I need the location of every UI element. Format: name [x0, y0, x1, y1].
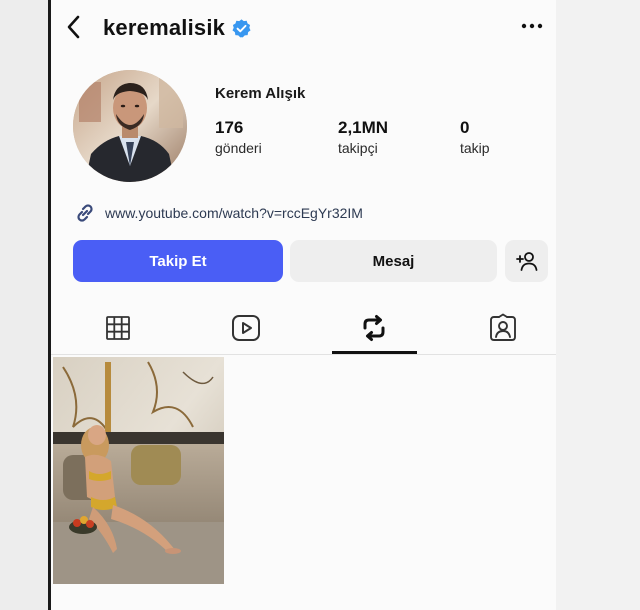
profile-link[interactable]: www.youtube.com/watch?v=rccEgYr32IM — [73, 200, 363, 226]
tab-reposts[interactable] — [318, 305, 430, 351]
display-name: Kerem Alışık — [215, 85, 306, 102]
tab-posts-grid[interactable] — [62, 305, 174, 351]
stat-following[interactable]: 0 takip — [460, 117, 490, 157]
profile-header: keremalisik — [51, 0, 556, 54]
post-thumbnail[interactable] — [53, 357, 224, 584]
tab-divider — [51, 354, 556, 355]
posts-label: gönderi — [215, 140, 262, 156]
reposts-icon — [363, 315, 385, 341]
stat-followers[interactable]: 2,1MN takipçi — [338, 117, 388, 157]
reels-icon — [232, 315, 260, 341]
grid-icon — [106, 316, 130, 340]
tab-tagged[interactable] — [447, 305, 559, 351]
more-options-button[interactable] — [519, 14, 545, 38]
stat-posts[interactable]: 176 gönderi — [215, 117, 262, 157]
following-count: 0 — [460, 118, 470, 137]
following-label: takip — [460, 140, 490, 156]
verified-badge-icon — [231, 18, 252, 39]
profile-avatar[interactable] — [73, 70, 187, 182]
more-horizontal-icon — [521, 23, 543, 29]
add-user-icon — [515, 252, 537, 271]
posts-count: 176 — [215, 118, 244, 137]
suggest-user-button[interactable] — [505, 240, 548, 282]
link-icon — [77, 204, 93, 222]
chevron-left-icon — [67, 15, 80, 39]
followers-label: takipçi — [338, 140, 378, 156]
post-image — [53, 357, 224, 584]
follow-button[interactable]: Takip Et — [73, 240, 283, 282]
profile-username: keremalisik — [103, 15, 226, 40]
right-background — [556, 0, 640, 610]
back-button[interactable] — [63, 14, 85, 40]
tagged-icon — [490, 313, 516, 341]
tab-reels[interactable] — [190, 305, 302, 351]
username-row: keremalisik — [103, 14, 252, 42]
followers-count: 2,1MN — [338, 118, 389, 137]
message-button[interactable]: Mesaj — [290, 240, 497, 282]
profile-link-text: www.youtube.com/watch?v=rccEgYr32IM — [105, 205, 363, 221]
